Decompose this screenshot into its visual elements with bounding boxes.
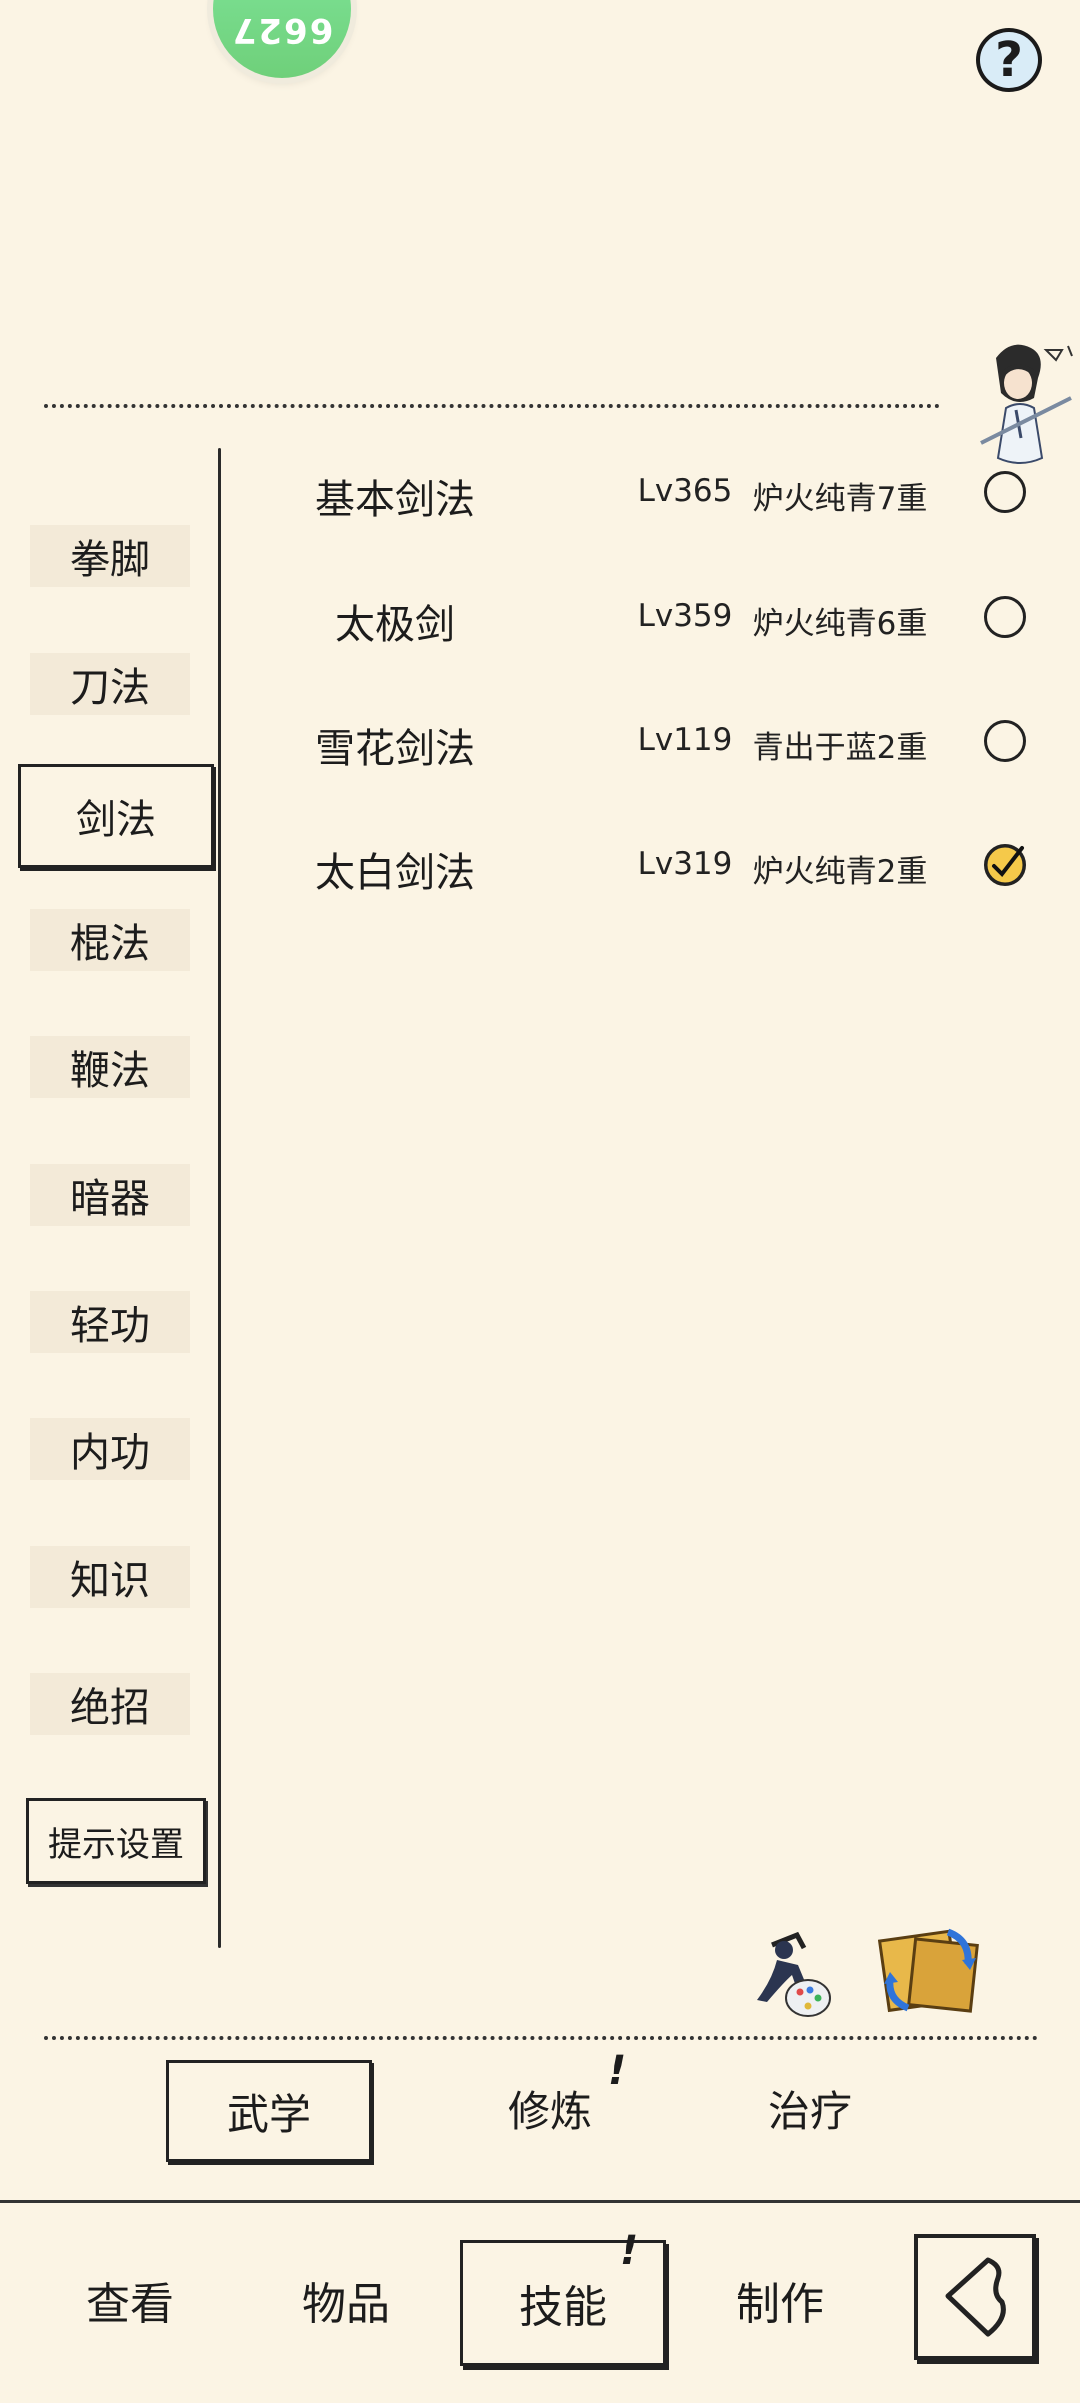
category-quanjiao[interactable]: 拳脚	[30, 525, 190, 587]
category-label: 剑法	[76, 797, 156, 843]
skill-name: 雪花剑法	[315, 726, 475, 772]
skill-row[interactable]: 雪花剑法 Lv119 青出于蓝2重	[240, 696, 1040, 786]
avatar-number: 6627	[230, 10, 334, 50]
hint-settings-label: 提示设置	[48, 1824, 184, 1865]
category-juezhao[interactable]: 绝招	[30, 1673, 190, 1735]
category-label: 绝招	[70, 1685, 150, 1731]
skill-row[interactable]: 太白剑法 Lv319 炉火纯青2重	[240, 820, 1040, 910]
category-label: 轻功	[70, 1303, 150, 1349]
xiulian-notification-badge: !	[608, 2048, 627, 2094]
check-icon	[984, 844, 1026, 886]
skill-select-radio[interactable]	[984, 720, 1026, 762]
bottom-divider	[44, 2036, 1038, 2040]
category-bianfa[interactable]: 鞭法	[30, 1036, 190, 1098]
skill-row[interactable]: 太极剑 Lv359 炉火纯青6重	[240, 572, 1040, 662]
tab-label: 修炼	[507, 2086, 592, 2136]
skill-name: 太白剑法	[315, 850, 475, 896]
question-mark-icon: ?	[995, 32, 1023, 88]
nav-wupin[interactable]: 物品	[266, 2240, 426, 2360]
category-gunfa[interactable]: 棍法	[30, 909, 190, 971]
category-anqi[interactable]: 暗器	[30, 1164, 190, 1226]
tab-label: 治疗	[767, 2086, 852, 2136]
skill-select-radio[interactable]	[984, 471, 1026, 513]
skill-select-radio-checked[interactable]	[984, 844, 1026, 886]
tab-wuxue[interactable]: 武学	[166, 2060, 372, 2162]
skill-name: 太极剑	[335, 602, 455, 648]
jineng-notification-badge: !	[620, 2228, 639, 2274]
back-arrow-icon	[945, 2257, 1006, 2337]
top-divider	[44, 404, 940, 408]
nav-label: 制作	[736, 2279, 824, 2330]
back-button[interactable]	[914, 2234, 1036, 2360]
category-label: 内功	[70, 1430, 150, 1476]
nav-label: 技能	[519, 2282, 607, 2333]
nav-chakan[interactable]: 查看	[50, 2240, 210, 2360]
help-button[interactable]: ?	[976, 28, 1042, 92]
category-label: 拳脚	[70, 537, 150, 583]
skill-realm: 炉火纯青6重	[752, 606, 928, 642]
category-jianfa[interactable]: 剑法	[18, 764, 214, 868]
tab-xiulian[interactable]: 修炼	[470, 2060, 630, 2156]
category-neigong[interactable]: 内功	[30, 1418, 190, 1480]
nav-zhizuo[interactable]: 制作	[700, 2240, 860, 2360]
player-avatar[interactable]: 6627	[213, 0, 351, 78]
nav-label: 查看	[86, 2279, 174, 2330]
sidebar-divider	[218, 448, 221, 1948]
tab-zhiliao[interactable]: 治疗	[730, 2060, 890, 2156]
category-label: 棍法	[70, 921, 150, 967]
scroll-swap-icon[interactable]	[878, 1920, 982, 2020]
category-label: 知识	[70, 1558, 150, 1604]
category-label: 鞭法	[70, 1048, 150, 1094]
skill-name: 基本剑法	[315, 477, 475, 523]
category-daofa[interactable]: 刀法	[30, 653, 190, 715]
skill-row[interactable]: 基本剑法 Lv365 炉火纯青7重	[240, 447, 1040, 537]
martial-artist-palette-icon[interactable]	[742, 1920, 842, 2020]
nav-label: 物品	[302, 2279, 390, 2330]
category-qinggong[interactable]: 轻功	[30, 1291, 190, 1353]
category-label: 暗器	[70, 1176, 150, 1222]
category-zhishi[interactable]: 知识	[30, 1546, 190, 1608]
skill-realm: 炉火纯青7重	[752, 481, 928, 517]
hint-settings-button[interactable]: 提示设置	[26, 1798, 206, 1884]
skill-realm: 青出于蓝2重	[752, 730, 928, 766]
category-label: 刀法	[70, 665, 150, 711]
tab-label: 武学	[226, 2089, 311, 2139]
skill-realm: 炉火纯青2重	[752, 854, 928, 890]
skill-select-radio[interactable]	[984, 596, 1026, 638]
